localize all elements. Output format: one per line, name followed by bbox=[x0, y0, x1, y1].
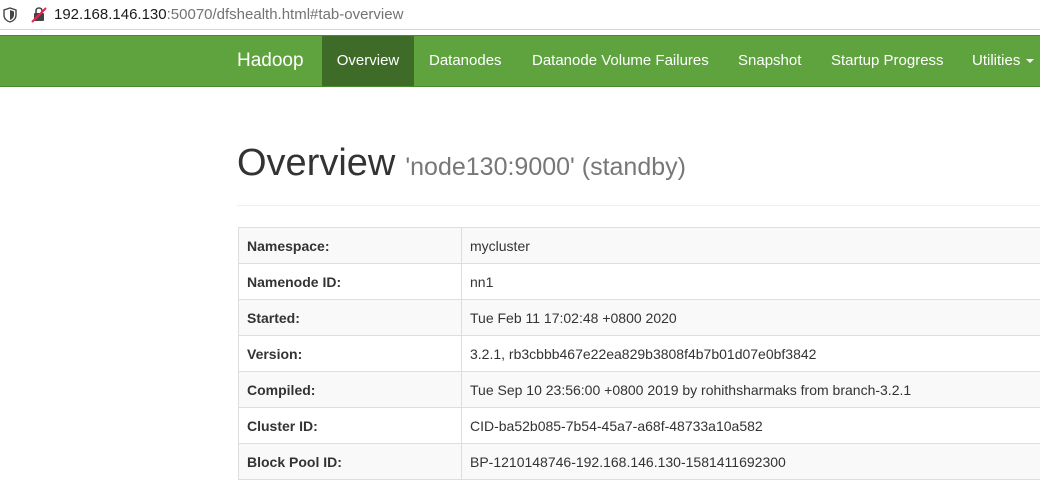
browser-address-bar[interactable]: 192.168.146.130:50070/dfshealth.html#tab… bbox=[0, 0, 1040, 30]
table-row: Version: 3.2.1, rb3cbbb467e22ea829b3808f… bbox=[238, 335, 1040, 372]
table-row: Namenode ID: nn1 bbox=[238, 263, 1040, 300]
nav-tab-datanodes[interactable]: Datanodes bbox=[429, 36, 502, 86]
row-value: Tue Sep 10 23:56:00 +0800 2019 by rohith… bbox=[461, 371, 1040, 408]
url-host: 192.168.146.130 bbox=[54, 6, 167, 23]
nav-tab-label: Overview bbox=[336, 52, 400, 69]
page-title: Overview bbox=[237, 142, 396, 184]
nav-tab-label: Snapshot bbox=[738, 52, 802, 69]
shield-icon[interactable] bbox=[3, 7, 17, 23]
caret-down-icon bbox=[1026, 59, 1035, 64]
row-key: Started: bbox=[238, 299, 462, 336]
brand-link[interactable]: Hadoop bbox=[237, 36, 304, 86]
nav-dropdown-utilities[interactable]: Utilities bbox=[972, 36, 1035, 86]
row-key: Compiled: bbox=[238, 371, 462, 408]
row-value: 3.2.1, rb3cbbb467e22ea829b3808f4b7b01d07… bbox=[461, 335, 1040, 372]
row-key: Namespace: bbox=[238, 227, 462, 264]
nav-tab-label: Utilities bbox=[972, 52, 1021, 69]
nav-tab-label: Datanodes bbox=[429, 52, 502, 69]
row-value: BP-1210148746-192.168.146.130-1581411692… bbox=[461, 443, 1040, 480]
page-subtitle: 'node130:9000' (standby) bbox=[405, 153, 686, 181]
row-value: CID-ba52b085-7b54-45a7-a68f-48733a10a582 bbox=[461, 407, 1040, 444]
row-key: Cluster ID: bbox=[238, 407, 462, 444]
table-row: Started: Tue Feb 11 17:02:48 +0800 2020 bbox=[238, 299, 1040, 336]
nav-tab-startup-progress[interactable]: Startup Progress bbox=[831, 36, 944, 86]
top-navbar: Hadoop Overview Datanodes Datanode Volum… bbox=[0, 35, 1040, 87]
nav-tab-snapshot[interactable]: Snapshot bbox=[738, 36, 801, 86]
row-key: Block Pool ID: bbox=[238, 443, 462, 480]
row-value: nn1 bbox=[461, 263, 1040, 300]
page-header: Overview 'node130:9000' (standby) bbox=[237, 142, 686, 185]
url-path: :50070/dfshealth.html#tab-overview bbox=[166, 6, 404, 23]
table-row: Block Pool ID: BP-1210148746-192.168.146… bbox=[238, 443, 1040, 480]
nav-tab-datanode-volume-failures[interactable]: Datanode Volume Failures bbox=[532, 36, 709, 86]
table-row: Compiled: Tue Sep 10 23:56:00 +0800 2019… bbox=[238, 371, 1040, 408]
table-row: Namespace: mycluster bbox=[238, 227, 1040, 264]
url-text[interactable]: 192.168.146.130:50070/dfshealth.html#tab… bbox=[54, 6, 403, 23]
nav-tab-label: Startup Progress bbox=[831, 52, 944, 69]
nav-tab-overview[interactable]: Overview bbox=[322, 36, 414, 86]
row-key: Namenode ID: bbox=[238, 263, 462, 300]
header-divider bbox=[237, 205, 1040, 206]
table-row: Cluster ID: CID-ba52b085-7b54-45a7-a68f-… bbox=[238, 407, 1040, 444]
row-value: Tue Feb 11 17:02:48 +0800 2020 bbox=[461, 299, 1040, 336]
overview-table: Namespace: mycluster Namenode ID: nn1 St… bbox=[238, 227, 1040, 480]
nav-tab-label: Datanode Volume Failures bbox=[532, 52, 709, 69]
row-key: Version: bbox=[238, 335, 462, 372]
row-value: mycluster bbox=[461, 227, 1040, 264]
insecure-lock-icon[interactable] bbox=[31, 6, 47, 23]
